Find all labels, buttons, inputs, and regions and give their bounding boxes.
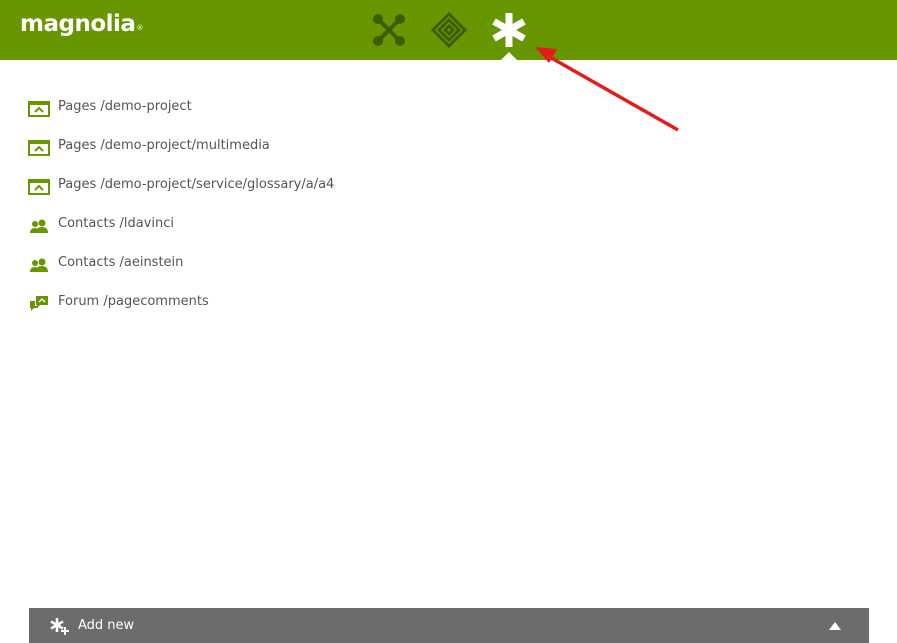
favorite-item[interactable]: Pages /demo-project/service/glossary/a/a… [28,176,334,215]
favorite-label: Pages /demo-project/service/glossary/a/a… [58,177,335,192]
favorite-label: Contacts /ldavinci [58,216,174,231]
app-launcher-button[interactable] [367,8,411,52]
magnolia-logo[interactable]: magnolia® [20,9,143,39]
top-bar: magnolia® [0,0,897,60]
add-new-bar[interactable]: Add new [29,608,869,643]
active-app-indicator [501,52,517,60]
logo-registered-mark: ® [136,24,143,32]
contacts-icon [28,215,50,237]
pulse-button[interactable] [427,8,471,52]
favorite-label: Pages /demo-project/multimedia [58,138,270,153]
add-favorite-icon [50,618,69,635]
add-new-label: Add new [78,618,135,633]
asterisk-icon [492,13,526,47]
favorite-item[interactable]: Forum /pagecomments [28,293,334,332]
favorite-item[interactable]: Contacts /aeinstein [28,254,334,293]
favorites-button[interactable] [487,8,531,52]
contacts-icon [28,254,50,276]
favorite-label: Forum /pagecomments [58,294,209,309]
page-icon [28,176,50,198]
page-icon [28,98,50,120]
logo-text: magnolia [20,11,136,37]
favorite-item[interactable]: Pages /demo-project [28,98,334,137]
diamond-layers-icon [431,12,467,48]
forum-icon [28,293,50,315]
favorite-item[interactable]: Contacts /ldavinci [28,215,334,254]
cross-nodes-icon [373,14,405,46]
triangle-up-icon[interactable] [829,622,841,630]
favorite-item[interactable]: Pages /demo-project/multimedia [28,137,334,176]
favorites-list: Pages /demo-project Pages /demo-project/… [28,98,334,332]
favorite-label: Pages /demo-project [58,99,192,114]
page-icon [28,137,50,159]
favorite-label: Contacts /aeinstein [58,255,184,270]
